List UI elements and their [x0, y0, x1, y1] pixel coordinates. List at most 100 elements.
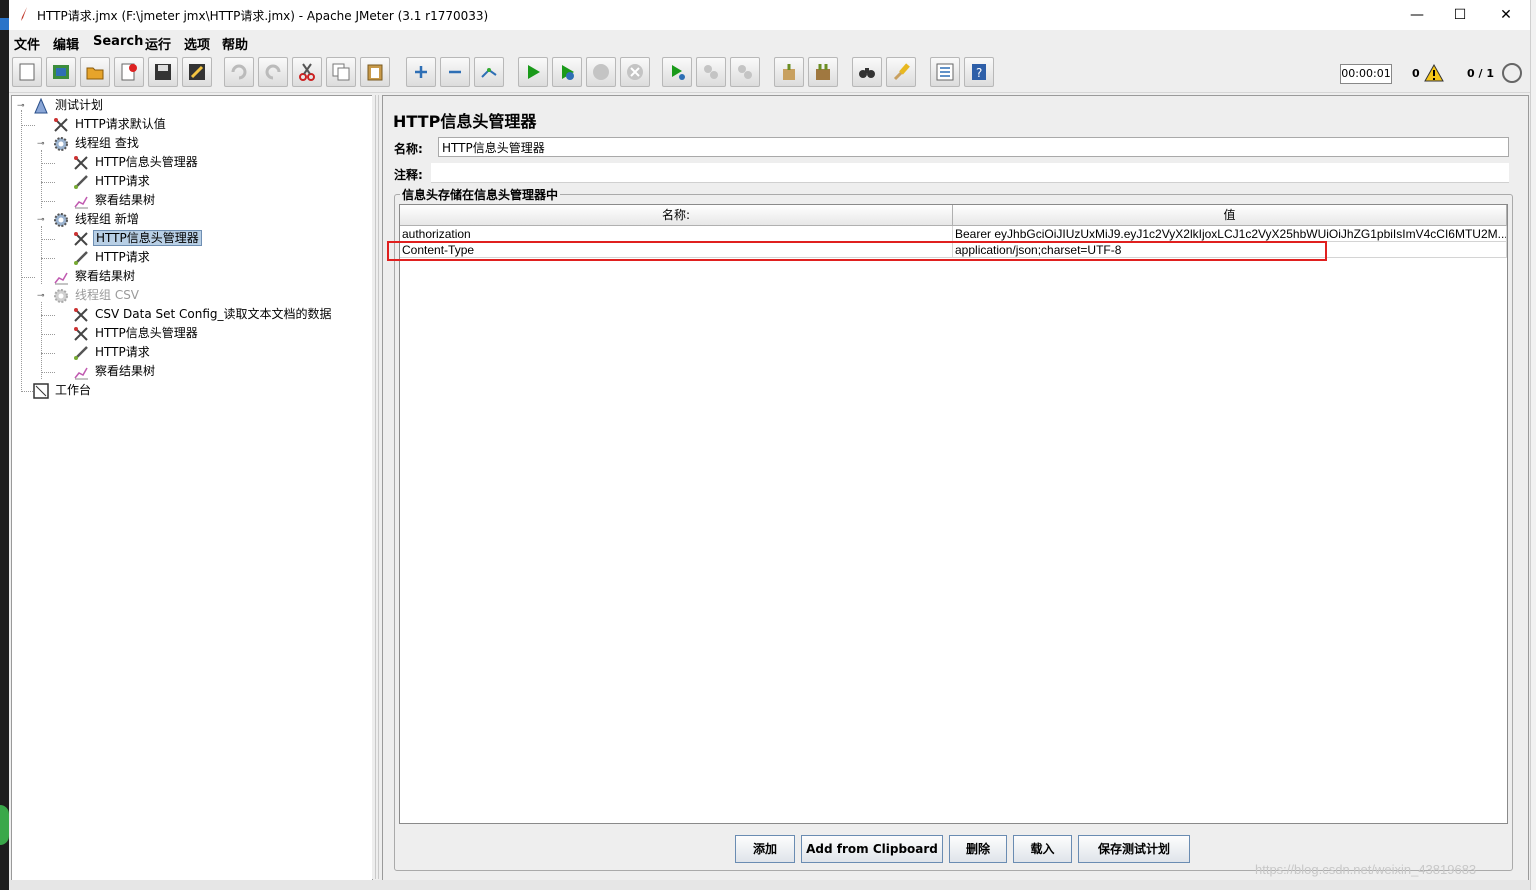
column-header-name[interactable]: 名称:: [400, 205, 953, 226]
copy-icon: [332, 63, 350, 81]
remote-stop-icon: [704, 65, 718, 79]
name-field[interactable]: [438, 137, 1509, 157]
tree-node-label: HTTP信息头管理器: [93, 230, 202, 246]
plus-icon: [415, 66, 427, 78]
templates-button[interactable]: [46, 57, 76, 87]
tree-node-label: 察看结果树: [95, 364, 156, 378]
workbench-icon: [33, 382, 51, 399]
save-button[interactable]: [148, 57, 178, 87]
tree-node-csv-config[interactable]: CSV Data Set Config_读取文本文档的数据: [73, 305, 334, 323]
menu-edit[interactable]: 编辑: [53, 34, 79, 53]
tree-node-thread-group-add[interactable]: 线程组 新增: [53, 210, 141, 228]
paste-button[interactable]: [360, 57, 390, 87]
test-plan-tree: ⊸ ⊸ ⊸ ⊸ 测试计划 HTTP请求默认值 线程组 查找 HTTP信息头管理器…: [11, 95, 373, 881]
column-header-value[interactable]: 值: [953, 205, 1507, 226]
redo-button[interactable]: [258, 57, 288, 87]
tree-node-label: HTTP请求默认值: [75, 117, 166, 131]
minimize-button[interactable]: —: [1394, 0, 1440, 30]
delete-button[interactable]: 删除: [949, 835, 1007, 863]
expand-all-button[interactable]: [406, 57, 436, 87]
table-cell-value[interactable]: Bearer eyJhbGciOiJIUzUxMiJ9.eyJ1c2VyX2lk…: [953, 226, 1507, 242]
tree-node-results-tree-1[interactable]: 察看结果树: [73, 191, 157, 209]
tree-node-workbench[interactable]: 工作台: [33, 381, 93, 399]
title-bar: HTTP请求.jmx (F:\jmeter jmx\HTTP请求.jmx) - …: [9, 0, 1530, 30]
tree-node-results-tree-3[interactable]: 察看结果树: [73, 362, 157, 380]
stop-icon: [593, 64, 609, 80]
copy-button[interactable]: [326, 57, 356, 87]
table-cell-name[interactable]: authorization: [400, 226, 953, 242]
tree-node-label: HTTP信息头管理器: [95, 326, 198, 340]
annotation-highlight-box: [387, 241, 1327, 261]
comment-label: 注释:: [394, 168, 423, 182]
collapse-toggle[interactable]: ⊸: [17, 102, 25, 111]
search-button[interactable]: [852, 57, 882, 87]
menu-file[interactable]: 文件: [14, 34, 40, 53]
save-test-plan-button[interactable]: 保存测试计划: [1078, 835, 1190, 863]
sampler-icon: [73, 250, 91, 266]
stop-button[interactable]: [586, 57, 616, 87]
cut-button[interactable]: [292, 57, 322, 87]
shutdown-button[interactable]: [620, 57, 650, 87]
load-button[interactable]: 载入: [1013, 835, 1072, 863]
menu-run[interactable]: 运行: [145, 34, 171, 53]
remote-start-button[interactable]: [662, 57, 692, 87]
tree-node-header-manager-selected[interactable]: HTTP信息头管理器: [73, 229, 202, 247]
help-button[interactable]: ?: [964, 57, 994, 87]
tree-node-thread-group-csv[interactable]: 线程组 CSV: [53, 286, 141, 304]
collapse-all-button[interactable]: [440, 57, 470, 87]
undo-button[interactable]: [224, 57, 254, 87]
start-button[interactable]: [518, 57, 548, 87]
tree-node-label: CSV Data Set Config_读取文本文档的数据: [95, 307, 332, 321]
collapse-toggle[interactable]: ⊸: [37, 292, 45, 301]
status-strip: [9, 880, 1530, 890]
add-from-clipboard-button[interactable]: Add from Clipboard: [801, 835, 943, 863]
reset-search-button[interactable]: [886, 57, 916, 87]
toggle-button[interactable]: [474, 57, 504, 87]
open-button[interactable]: [80, 57, 110, 87]
listener-icon: [53, 269, 71, 285]
config-element-icon: [73, 326, 91, 342]
svg-text:?: ?: [976, 66, 982, 80]
tree-node-label: 测试计划: [55, 98, 104, 112]
clear-button[interactable]: [774, 57, 804, 87]
minus-icon: [449, 70, 461, 74]
start-no-pauses-button[interactable]: [552, 57, 582, 87]
add-button[interactable]: 添加: [735, 835, 795, 863]
menu-help[interactable]: 帮助: [222, 34, 248, 53]
maximize-button[interactable]: ☐: [1437, 0, 1483, 30]
test-plan-icon: [33, 97, 51, 114]
comment-field[interactable]: [431, 163, 1509, 183]
header-manager-panel: HTTP信息头管理器 名称: 注释: 信息头存储在信息头管理器中 名称: 值 a…: [382, 95, 1529, 881]
pane-splitter[interactable]: [372, 95, 382, 879]
listener-icon: [73, 193, 91, 209]
watermark-text: https://blog.csdn.net/weixin_43819683: [1255, 862, 1477, 877]
tree-node-test-plan[interactable]: 测试计划: [33, 96, 105, 114]
panel-title: HTTP信息头管理器: [393, 112, 537, 131]
tree-node-http-request-2[interactable]: HTTP请求: [73, 248, 152, 266]
save-as-button[interactable]: [182, 57, 212, 87]
tree-node-http-defaults[interactable]: HTTP请求默认值: [53, 115, 168, 133]
tree-node-header-manager-1[interactable]: HTTP信息头管理器: [73, 153, 200, 171]
broom-clear-all-icon: [816, 64, 830, 80]
close-button[interactable]: ✕: [1483, 0, 1529, 30]
remote-shutdown-button[interactable]: [730, 57, 760, 87]
toggle-icon: [481, 68, 497, 78]
function-helper-button[interactable]: [930, 57, 960, 87]
tree-node-http-request-1[interactable]: HTTP请求: [73, 172, 152, 190]
save-icon: [155, 64, 171, 80]
tree-node-thread-group-search[interactable]: 线程组 查找: [53, 134, 141, 152]
tree-node-header-manager-3[interactable]: HTTP信息头管理器: [73, 324, 200, 342]
tree-node-http-request-3[interactable]: HTTP请求: [73, 343, 152, 361]
new-button[interactable]: [12, 57, 42, 87]
warning-icon[interactable]: [1424, 64, 1444, 82]
menu-search[interactable]: Search: [93, 34, 143, 49]
collapse-toggle[interactable]: ⊸: [37, 216, 45, 225]
tree-node-results-tree-2[interactable]: 察看结果树: [53, 267, 137, 285]
background-window-edge: [1530, 0, 1536, 890]
remote-stop-button[interactable]: [696, 57, 726, 87]
collapse-toggle[interactable]: ⊸: [37, 140, 45, 149]
clear-all-button[interactable]: [808, 57, 838, 87]
close-plan-button[interactable]: [114, 57, 144, 87]
new-file-icon: [19, 63, 35, 81]
menu-options[interactable]: 选项: [184, 34, 210, 53]
